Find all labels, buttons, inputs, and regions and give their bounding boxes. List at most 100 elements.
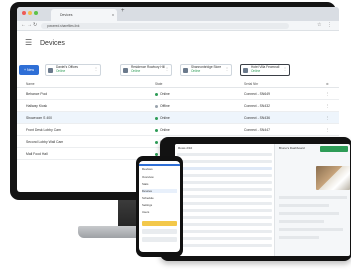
row-state-label: Online bbox=[160, 92, 170, 96]
row-name: Behance Pool bbox=[26, 92, 48, 96]
row-more-icon[interactable]: ⋮ bbox=[326, 88, 329, 100]
browser-tabbar: Devices x + bbox=[17, 7, 339, 21]
more-icon[interactable]: ⋮ bbox=[225, 67, 229, 71]
list-item[interactable] bbox=[177, 195, 272, 198]
phone-menu-item[interactable]: Schedule bbox=[142, 196, 177, 200]
location-chip-status: Online bbox=[191, 68, 201, 73]
phone-menu-item-active[interactable]: Devices bbox=[142, 189, 177, 193]
page-title: Devices bbox=[40, 40, 65, 47]
detail-line bbox=[279, 204, 329, 207]
table-row[interactable]: Hallway Kiosk Offline Connect - SN432 ⋮ bbox=[17, 100, 339, 112]
status-dot-icon bbox=[155, 116, 158, 120]
row-more-icon[interactable]: ⋮ bbox=[326, 100, 329, 112]
list-item[interactable] bbox=[177, 209, 272, 212]
detail-line bbox=[279, 228, 343, 231]
column-header-state[interactable]: State bbox=[155, 80, 162, 88]
row-name: Front Desk Lobby Cam bbox=[26, 128, 61, 132]
list-item[interactable] bbox=[177, 153, 272, 156]
phone-action-button[interactable] bbox=[142, 221, 177, 226]
building-icon bbox=[183, 68, 188, 73]
location-chip-status: Online bbox=[56, 68, 66, 73]
tablet-detail-panel: Bruno's Dashboard bbox=[276, 144, 350, 256]
location-chip[interactable]: Residence Rowbury Hill Online ⋮ bbox=[120, 64, 172, 76]
browser-tab-title: Devices bbox=[60, 13, 73, 17]
list-item[interactable] bbox=[177, 244, 272, 247]
app-header: ☰ Devices bbox=[17, 31, 339, 57]
row-state: Offline bbox=[155, 100, 170, 112]
phone-menu-item[interactable]: Users bbox=[142, 210, 177, 214]
column-header-name[interactable]: Name bbox=[26, 80, 35, 88]
new-tab-icon[interactable]: + bbox=[121, 8, 125, 14]
table-row[interactable]: Front Desk Lobby Cam Online Connect - SN… bbox=[17, 124, 339, 136]
location-chip[interactable]: Shannonbridge Store Online ⋮ bbox=[180, 64, 232, 76]
hamburger-icon[interactable]: ☰ bbox=[25, 39, 32, 47]
location-chip-status: Online bbox=[251, 68, 261, 73]
table-header: Name State Serial Nbr ⚙ bbox=[17, 80, 339, 88]
row-more-icon[interactable]: ⋮ bbox=[326, 124, 329, 136]
minimize-window-icon[interactable] bbox=[28, 11, 32, 15]
location-chip-selected[interactable]: Hotel Villa Feomnall Online ⋮ bbox=[240, 64, 290, 76]
forward-arrow-icon[interactable]: → bbox=[27, 22, 32, 28]
row-serial: Connect - SN447 bbox=[244, 128, 271, 132]
maximize-window-icon[interactable] bbox=[34, 11, 38, 15]
list-item[interactable] bbox=[177, 167, 272, 170]
tablet-list-header: Rows 2/10 bbox=[178, 146, 193, 150]
list-item[interactable] bbox=[177, 216, 272, 219]
reload-icon[interactable]: ↻ bbox=[33, 22, 37, 28]
list-item[interactable] bbox=[177, 202, 272, 205]
location-chip[interactable]: Daniel's Offices Online ⋮ bbox=[45, 64, 101, 76]
table-row[interactable]: Behance Pool Online Connect - SN649 ⋮ bbox=[17, 88, 339, 100]
row-name: Second Lobby Wall Cam bbox=[26, 140, 64, 144]
address-bar[interactable]: powered.sharefiles.link bbox=[41, 23, 289, 29]
status-dot-icon bbox=[155, 92, 158, 96]
tab-close-icon[interactable]: x bbox=[112, 9, 114, 21]
list-item[interactable] bbox=[177, 160, 272, 163]
row-more-icon[interactable]: ⋮ bbox=[326, 112, 329, 124]
row-serial: Connect - SN649 bbox=[244, 92, 271, 96]
more-icon[interactable]: ⋮ bbox=[94, 67, 98, 71]
close-window-icon[interactable] bbox=[22, 11, 26, 15]
back-arrow-icon[interactable]: ← bbox=[21, 22, 26, 28]
tablet-device-list: Rows 2/10 bbox=[175, 144, 275, 256]
list-item[interactable] bbox=[177, 181, 272, 184]
list-item[interactable] bbox=[177, 188, 272, 191]
row-name: Mall Food Hall bbox=[26, 152, 48, 156]
more-icon[interactable]: ⋮ bbox=[165, 67, 169, 71]
phone-menu-item[interactable]: Stats bbox=[142, 182, 177, 186]
row-state-label: Online bbox=[160, 128, 170, 132]
row-name: Hallway Kiosk bbox=[26, 104, 48, 108]
row-state: Online bbox=[155, 124, 170, 136]
settings-icon[interactable]: ⚙ bbox=[326, 80, 329, 88]
phone-action-button[interactable] bbox=[142, 237, 177, 242]
list-item[interactable] bbox=[177, 223, 272, 226]
row-state-label: Online bbox=[160, 116, 170, 120]
detail-line bbox=[279, 212, 339, 215]
browser-tab[interactable]: Devices x bbox=[51, 9, 117, 21]
more-icon[interactable]: ⋮ bbox=[283, 67, 287, 71]
location-chip-status: Online bbox=[131, 68, 141, 73]
list-item[interactable] bbox=[177, 237, 272, 240]
status-dot-icon bbox=[155, 128, 158, 132]
detail-line bbox=[279, 236, 319, 239]
building-icon bbox=[123, 68, 128, 73]
new-device-button[interactable]: + New bbox=[19, 65, 39, 75]
row-name: Showroom S 400 bbox=[26, 116, 53, 120]
browser-menu-icon[interactable]: ⋮ bbox=[327, 22, 332, 28]
column-header-serial[interactable]: Serial Nbr bbox=[244, 80, 258, 88]
phone-action-button[interactable] bbox=[142, 229, 177, 234]
phone-title: Devices bbox=[142, 167, 153, 171]
status-dot-icon bbox=[155, 140, 158, 144]
tablet-panel-title: Bruno's Dashboard bbox=[279, 146, 305, 150]
browser-toolbar: ← → ↻ powered.sharefiles.link ☆ ⋮ bbox=[17, 21, 339, 31]
preview-image bbox=[316, 166, 350, 190]
building-icon bbox=[48, 68, 53, 73]
table-row-selected[interactable]: Showroom S 400 Online Connect - SN436 ⋮ bbox=[17, 112, 339, 124]
row-state: Online bbox=[155, 112, 170, 124]
phone-menu-item[interactable]: Overview bbox=[142, 175, 177, 179]
detail-line bbox=[279, 220, 324, 223]
status-badge bbox=[320, 146, 348, 152]
phone-menu-item[interactable]: Settings bbox=[142, 203, 177, 207]
list-item[interactable] bbox=[177, 174, 272, 177]
star-icon[interactable]: ☆ bbox=[317, 22, 321, 28]
list-item[interactable] bbox=[177, 230, 272, 233]
